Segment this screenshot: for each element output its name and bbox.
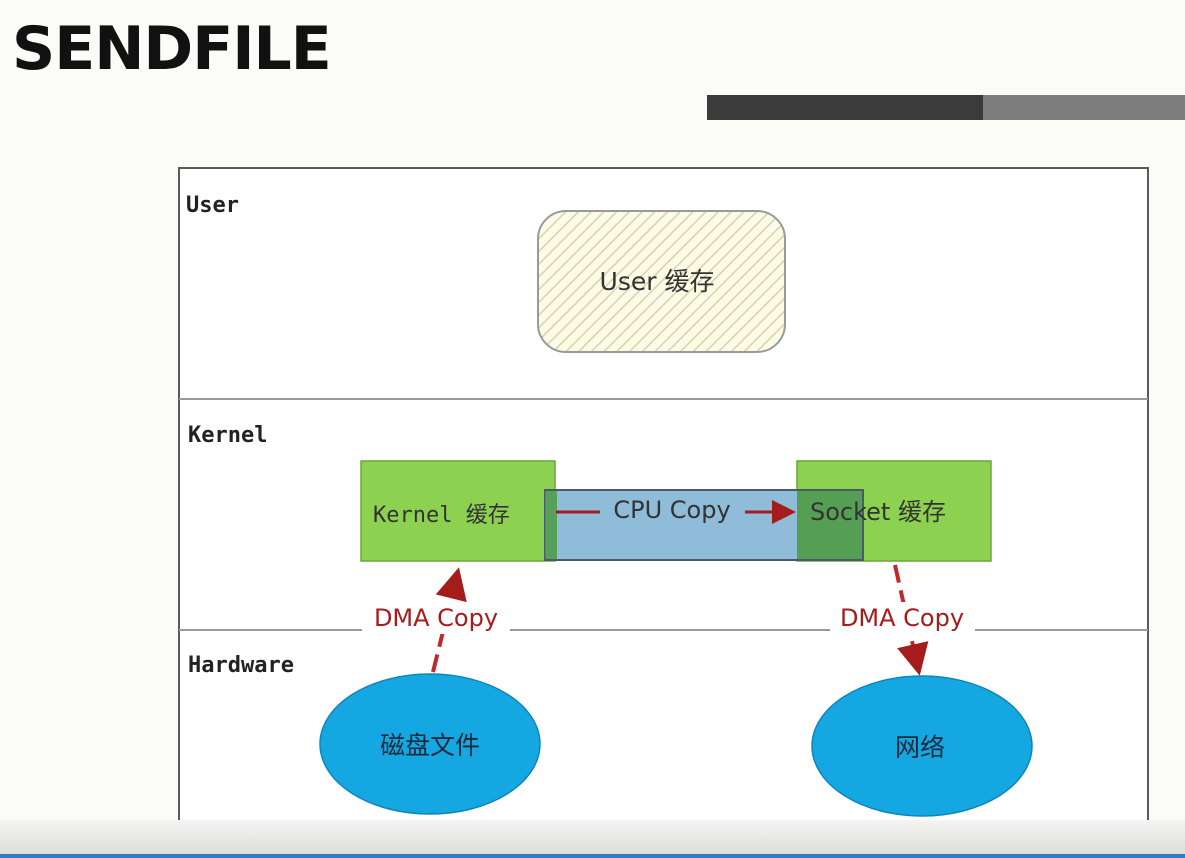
layer-label-user: User xyxy=(186,193,239,218)
layer-label-kernel: Kernel xyxy=(188,423,267,448)
sendfile-diagram: User Kernel Hardware User 缓存 Kernel 缓存 S… xyxy=(178,167,1149,858)
disk-file-label: 磁盘文件 xyxy=(380,731,480,760)
user-cache-label: User 缓存 xyxy=(600,267,715,296)
socket-cache-label: Socket 缓存 xyxy=(810,498,946,526)
cpu-copy-label: CPU Copy xyxy=(613,496,730,524)
dma-copy-left-label: DMA Copy xyxy=(374,604,498,632)
bottom-toolbar xyxy=(0,820,1185,858)
bottom-accent-line xyxy=(0,854,1185,858)
selection-overlap-left xyxy=(545,491,557,559)
layer-label-hardware: Hardware xyxy=(188,653,294,678)
kernel-cache-label: Kernel 缓存 xyxy=(373,503,510,528)
network-label: 网络 xyxy=(895,733,945,762)
dma-copy-right-label: DMA Copy xyxy=(840,604,964,632)
